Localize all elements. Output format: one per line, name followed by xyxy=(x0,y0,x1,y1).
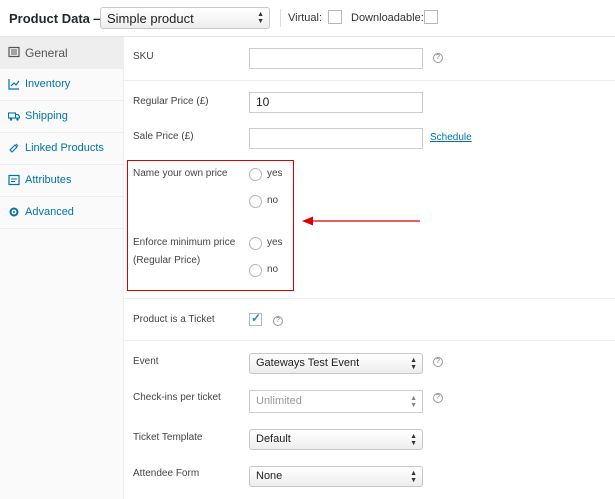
ticket-template-value: Default xyxy=(256,433,291,445)
tab-linked-products[interactable]: Linked Products xyxy=(0,133,124,165)
checkins-placeholder: Unlimited xyxy=(256,395,302,407)
inventory-icon xyxy=(8,79,20,90)
divider xyxy=(124,80,615,81)
tab-general[interactable]: General xyxy=(0,37,124,69)
link-icon xyxy=(9,143,19,153)
general-icon xyxy=(8,46,20,58)
event-help-icon[interactable]: ? xyxy=(433,357,443,367)
virtual-label: Virtual: xyxy=(288,12,323,24)
tab-inventory[interactable]: Inventory xyxy=(0,69,124,101)
tab-shipping-label: Shipping xyxy=(25,110,68,122)
gear-icon xyxy=(9,207,19,217)
select-arrows-icon: ▲ ▼ xyxy=(410,469,417,484)
checkins-label: Check-ins per ticket xyxy=(133,392,221,403)
downloadable-label: Downloadable: xyxy=(351,12,424,24)
event-select-value: Gateways Test Event xyxy=(256,357,360,369)
event-select[interactable]: Gateways Test Event ▲ ▼ xyxy=(249,353,423,374)
nyop-no-label: no xyxy=(267,195,279,206)
ticket-checkbox[interactable]: ✓ xyxy=(249,311,262,326)
ticket-help-icon[interactable]: ? xyxy=(273,316,283,326)
sku-input[interactable] xyxy=(249,48,423,69)
attendee-form-value: None xyxy=(256,470,283,482)
select-arrows-icon: ▲ ▼ xyxy=(410,432,417,447)
attendee-form-label: Attendee Form xyxy=(133,468,200,479)
enforce-min-label-line1: Enforce minimum price xyxy=(133,237,236,248)
nyop-no-radio[interactable] xyxy=(249,195,262,208)
checkins-help-icon[interactable]: ? xyxy=(433,393,443,403)
product-data-tabs: General Inventory Shipping Linked Produc… xyxy=(0,37,124,499)
ticket-template-select[interactable]: Default ▲ ▼ xyxy=(249,429,423,450)
tab-general-label: General xyxy=(25,46,68,60)
regular-price-label: Regular Price (£) xyxy=(133,96,209,107)
downloadable-checkbox[interactable] xyxy=(424,10,438,24)
annotation-arrow-icon xyxy=(302,216,420,226)
enforce-yes-label: yes xyxy=(267,237,283,248)
product-type-value: Simple product xyxy=(107,11,194,26)
header-separator xyxy=(280,9,281,27)
nyop-yes-label: yes xyxy=(267,168,283,179)
enforce-no-label: no xyxy=(267,264,279,275)
enforce-min-label-line2: (Regular Price) xyxy=(133,255,201,266)
product-data-title: Product Data — xyxy=(9,11,107,26)
product-type-select[interactable]: Simple product ▲ ▼ xyxy=(100,7,270,29)
select-arrows-icon: ▲ ▼ xyxy=(410,356,417,371)
virtual-checkbox[interactable] xyxy=(328,10,342,24)
sale-price-label: Sale Price (£) xyxy=(133,131,194,142)
enforce-no-radio[interactable] xyxy=(249,264,262,277)
nyop-yes-radio[interactable] xyxy=(249,168,262,181)
truck-icon xyxy=(8,112,20,121)
ticket-template-label: Ticket Template xyxy=(133,432,203,443)
tab-attributes-label: Attributes xyxy=(25,174,72,186)
tab-linked-products-label: Linked Products xyxy=(25,142,104,154)
sku-label: SKU xyxy=(133,51,154,62)
checkmark-icon: ✓ xyxy=(251,311,262,325)
divider xyxy=(124,298,615,299)
stepper-icon[interactable]: ▲ ▼ xyxy=(410,395,417,409)
sku-help-icon[interactable]: ? xyxy=(433,53,443,63)
product-data-header: Product Data — Simple product ▲ ▼ Virtual… xyxy=(0,0,615,37)
nyop-label: Name your own price xyxy=(133,168,228,179)
ticket-label: Product is a Ticket xyxy=(133,314,215,325)
tab-inventory-label: Inventory xyxy=(25,78,71,90)
schedule-link[interactable]: Schedule xyxy=(430,132,472,143)
checkins-input[interactable]: Unlimited ▲ ▼ xyxy=(249,390,423,413)
event-label: Event xyxy=(133,356,159,367)
attendee-form-select[interactable]: None ▲ ▼ xyxy=(249,466,423,487)
tab-advanced[interactable]: Advanced xyxy=(0,197,124,229)
regular-price-input[interactable]: 10 xyxy=(249,92,423,113)
sale-price-input[interactable] xyxy=(249,128,423,149)
attributes-icon xyxy=(8,174,20,186)
tab-shipping[interactable]: Shipping xyxy=(0,101,124,133)
select-arrows-icon: ▲ ▼ xyxy=(257,11,264,25)
tab-attributes[interactable]: Attributes xyxy=(0,165,124,197)
divider xyxy=(124,340,615,341)
enforce-yes-radio[interactable] xyxy=(249,237,262,250)
tab-advanced-label: Advanced xyxy=(25,206,74,218)
